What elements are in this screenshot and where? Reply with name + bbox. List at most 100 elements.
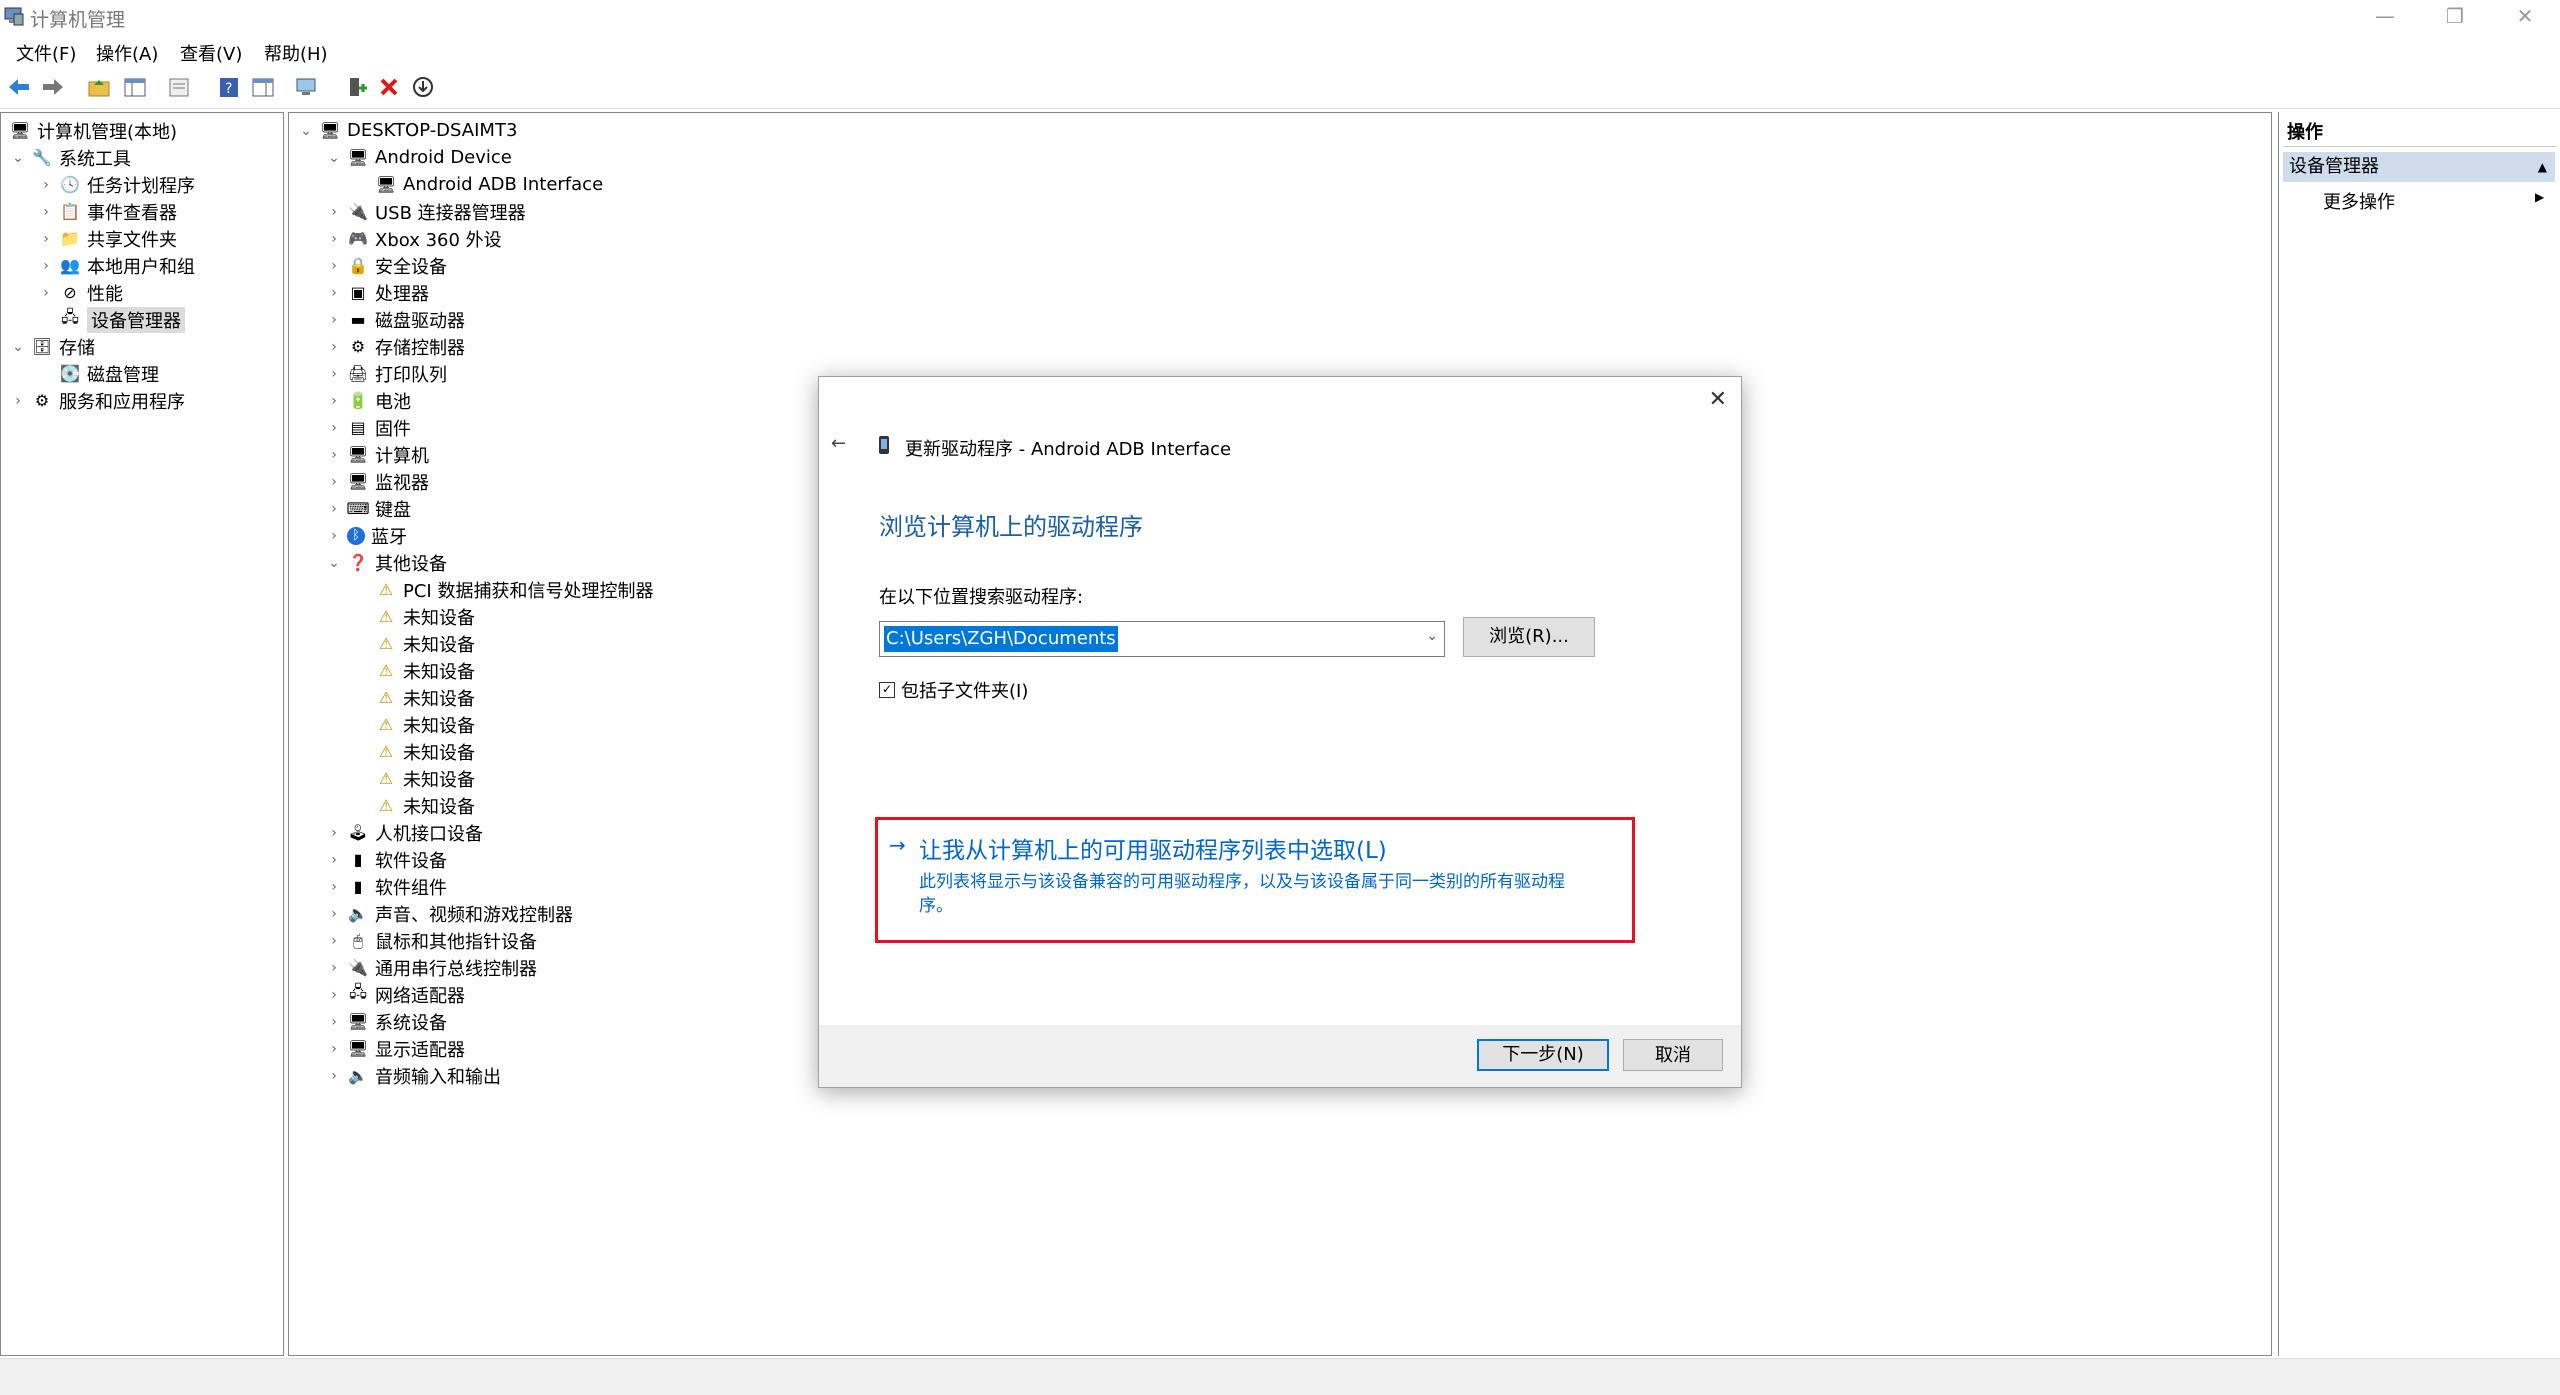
menu-help[interactable]: 帮助(H) <box>264 40 328 66</box>
chevron-down-icon[interactable]: ⌄ <box>325 555 343 571</box>
restore-button[interactable]: ❐ <box>2420 0 2490 34</box>
chevron-right-icon[interactable]: › <box>325 501 343 517</box>
chevron-right-icon[interactable]: › <box>325 528 343 544</box>
device-tree-item[interactable]: › 🔌 通用串行总线控制器 <box>325 954 537 981</box>
device-tree-item[interactable]: › ▣ 处理器 <box>325 279 429 306</box>
device-tree-item[interactable]: ⚠ 未知设备 <box>353 792 475 819</box>
device-tree-item[interactable]: › 🖥 监视器 <box>325 468 429 495</box>
chevron-right-icon[interactable]: › <box>325 312 343 328</box>
chevron-down-icon[interactable]: ⌄ <box>9 150 27 166</box>
minimize-button[interactable]: — <box>2350 0 2420 34</box>
device-tree-item[interactable]: › 🔋 电池 <box>325 387 411 414</box>
chevron-down-icon[interactable]: ⌄ <box>1426 628 1438 644</box>
scan-hardware-icon[interactable] <box>294 74 320 100</box>
device-tree-item[interactable]: › ▤ 固件 <box>325 414 411 441</box>
chevron-right-icon[interactable]: › <box>37 285 55 301</box>
chevron-down-icon[interactable]: ⌄ <box>297 123 315 139</box>
menu-action[interactable]: 操作(A) <box>96 40 158 66</box>
browse-button[interactable]: 浏览(R)... <box>1463 617 1595 657</box>
up-folder-icon[interactable] <box>86 74 112 100</box>
device-tree-item[interactable]: › ▬ 磁盘驱动器 <box>325 306 465 333</box>
nav-tree-item[interactable]: 💽 磁盘管理 <box>37 360 159 387</box>
chevron-right-icon[interactable]: › <box>325 366 343 382</box>
close-icon[interactable]: ✕ <box>1709 387 1727 412</box>
download-icon[interactable] <box>410 74 436 100</box>
tree-root-computer-management[interactable]: 🖥 计算机管理(本地) <box>9 117 177 144</box>
device-tree-item[interactable]: › ᛒ 蓝牙 <box>325 522 407 549</box>
properties-icon[interactable] <box>166 74 192 100</box>
device-tree-item[interactable]: ⚠ 未知设备 <box>353 711 475 738</box>
device-tree-item[interactable]: › 🔒 安全设备 <box>325 252 447 279</box>
device-tree-item[interactable]: ⚠ 未知设备 <box>353 738 475 765</box>
device-tree-item[interactable]: ⚠ 未知设备 <box>353 630 475 657</box>
chevron-right-icon[interactable]: › <box>325 933 343 949</box>
forward-arrow-icon[interactable] <box>40 74 66 100</box>
menu-file[interactable]: 文件(F) <box>16 40 76 66</box>
pick-from-list-link[interactable]: 让我从计算机上的可用驱动程序列表中选取(L) <box>919 831 1387 865</box>
collapse-up-icon[interactable]: ▲ <box>2538 152 2547 182</box>
driver-path-combobox[interactable]: C:\Users\ZGH\Documents ⌄ <box>879 621 1445 657</box>
chevron-right-icon[interactable]: › <box>325 1068 343 1084</box>
device-tree-item[interactable]: ⚠ 未知设备 <box>353 657 475 684</box>
device-tree-item[interactable]: › 🖱 鼠标和其他指针设备 <box>325 927 537 954</box>
chevron-right-icon[interactable]: › <box>325 825 343 841</box>
next-button[interactable]: 下一步(N) <box>1477 1039 1609 1071</box>
nav-tree-item[interactable]: 🖧 设备管理器 <box>37 306 185 333</box>
device-tree-item[interactable]: › 🖥 计算机 <box>325 441 429 468</box>
chevron-right-icon[interactable]: › <box>325 1041 343 1057</box>
back-arrow-icon[interactable]: ← <box>831 433 846 454</box>
device-tree-item[interactable]: ⌄ ❓ 其他设备 <box>325 549 447 576</box>
update-driver-icon[interactable] <box>344 74 370 100</box>
tree-root-desktop[interactable]: ⌄ 🖥 DESKTOP-DSAIMT3 <box>297 117 517 144</box>
device-tree-item[interactable]: ⚠ 未知设备 <box>353 684 475 711</box>
device-tree-item[interactable]: › 🕹 人机接口设备 <box>325 819 483 846</box>
device-tree-item[interactable]: › ▮ 软件组件 <box>325 873 447 900</box>
device-tree-item[interactable]: › 🖥 系统设备 <box>325 1008 447 1035</box>
nav-tree-item[interactable]: › 🕓 任务计划程序 <box>37 171 195 198</box>
more-actions[interactable]: 更多操作 <box>2323 188 2395 214</box>
nav-tree-item[interactable]: › ⚙ 服务和应用程序 <box>9 387 185 414</box>
include-subfolders-option[interactable]: ✓ 包括子文件夹(I) <box>879 677 1028 703</box>
chevron-right-icon[interactable]: › <box>37 177 55 193</box>
device-tree-item[interactable]: › 🎮 Xbox 360 外设 <box>325 225 501 252</box>
device-tree-item[interactable]: ⌄ 🖥 Android Device <box>325 144 512 171</box>
chevron-right-icon[interactable]: › <box>325 474 343 490</box>
include-subfolders-checkbox[interactable]: ✓ <box>879 682 895 698</box>
device-tree-item[interactable]: 🖥 Android ADB Interface <box>353 171 603 198</box>
device-tree-item[interactable]: › ▮ 软件设备 <box>325 846 447 873</box>
help-icon[interactable]: ? <box>216 74 242 100</box>
device-tree-item[interactable]: › ⚙ 存储控制器 <box>325 333 465 360</box>
chevron-right-icon[interactable]: › <box>325 447 343 463</box>
chevron-right-icon[interactable]: › <box>325 906 343 922</box>
chevron-right-icon[interactable]: › <box>9 393 27 409</box>
chevron-right-icon[interactable]: › <box>325 1014 343 1030</box>
device-tree-item[interactable]: ⚠ 未知设备 <box>353 765 475 792</box>
menu-view[interactable]: 查看(V) <box>180 40 242 66</box>
actions-section-device-manager[interactable]: 设备管理器 ▲ <box>2283 152 2555 182</box>
chevron-right-icon[interactable]: › <box>325 204 343 220</box>
nav-tree-item[interactable]: ⌄ 🗄 存储 <box>9 333 95 360</box>
device-tree-item[interactable]: › 🔈 音频输入和输出 <box>325 1062 501 1089</box>
chevron-right-icon[interactable]: › <box>325 231 343 247</box>
close-window-button[interactable]: ✕ <box>2490 0 2560 34</box>
chevron-down-icon[interactable]: ⌄ <box>9 339 27 355</box>
device-tree-item[interactable]: › 🖨 打印队列 <box>325 360 447 387</box>
chevron-right-icon[interactable]: › <box>325 852 343 868</box>
chevron-right-icon[interactable]: › <box>37 231 55 247</box>
device-tree-item[interactable]: ⚠ 未知设备 <box>353 603 475 630</box>
device-tree-item[interactable]: › 🖥 显示适配器 <box>325 1035 465 1062</box>
chevron-right-icon[interactable]: › <box>325 987 343 1003</box>
chevron-right-icon[interactable]: › <box>325 420 343 436</box>
cancel-button[interactable]: 取消 <box>1623 1039 1723 1071</box>
console-tree-icon[interactable] <box>122 74 148 100</box>
device-tree-item[interactable]: ⚠ PCI 数据捕获和信号处理控制器 <box>353 576 654 603</box>
nav-tree-item[interactable]: › 📋 事件查看器 <box>37 198 177 225</box>
device-tree-item[interactable]: › 🔈 声音、视频和游戏控制器 <box>325 900 573 927</box>
device-tree-item[interactable]: › 🖧 网络适配器 <box>325 981 465 1008</box>
nav-tree-item[interactable]: › 📁 共享文件夹 <box>37 225 177 252</box>
chevron-right-icon[interactable]: › <box>37 204 55 220</box>
chevron-right-icon[interactable]: › <box>325 285 343 301</box>
nav-tree-item[interactable]: › ⊘ 性能 <box>37 279 123 306</box>
chevron-right-icon[interactable]: › <box>325 339 343 355</box>
driver-path-value[interactable]: C:\Users\ZGH\Documents <box>884 626 1118 652</box>
